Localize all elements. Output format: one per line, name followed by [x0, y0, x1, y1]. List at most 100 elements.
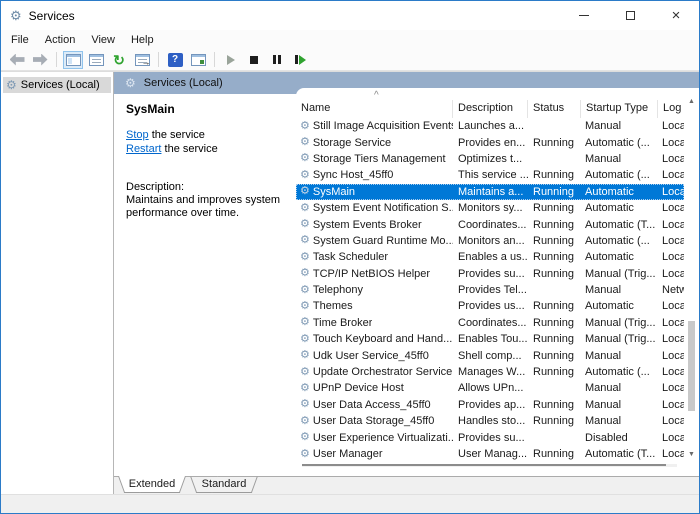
- service-name: Telephony: [313, 284, 363, 296]
- scrollbar-thumb[interactable]: [302, 464, 666, 466]
- table-row[interactable]: ⚙Storage ServiceProvides en...RunningAut…: [296, 134, 684, 150]
- service-name: Sync Host_45ff0: [313, 169, 394, 181]
- toolbar-separator: [214, 52, 215, 67]
- window-title: Services: [29, 9, 75, 23]
- stop-service-button[interactable]: [244, 51, 264, 69]
- scrollbar-thumb[interactable]: [688, 321, 695, 411]
- pause-service-button[interactable]: [267, 51, 287, 69]
- scroll-up-icon[interactable]: ▲: [688, 98, 695, 105]
- show-console-window-button[interactable]: [63, 51, 83, 69]
- back-button[interactable]: [7, 51, 27, 69]
- service-table-body: ⚙Still Image Acquisition EventsLaunches …: [296, 118, 699, 462]
- stop-service-line: Stop the service: [126, 128, 296, 142]
- table-row[interactable]: ⚙Sync Host_45ff0This service ...RunningA…: [296, 167, 684, 183]
- menu-help[interactable]: Help: [123, 32, 162, 48]
- service-name: SysMain: [313, 186, 355, 198]
- table-row[interactable]: ⚙User Data Access_45ff0Provides ap...Run…: [296, 397, 684, 413]
- stop-service-link[interactable]: Stop: [126, 129, 149, 141]
- table-row[interactable]: ⚙TCP/IP NetBIOS HelperProvides su...Runn…: [296, 266, 684, 282]
- horizontal-scrollbar[interactable]: [302, 464, 677, 467]
- properties-button[interactable]: [86, 51, 106, 69]
- tab-label: Extended: [129, 478, 175, 490]
- table-row[interactable]: ⚙Still Image Acquisition EventsLaunches …: [296, 118, 684, 134]
- export-list-icon: →: [135, 54, 150, 66]
- export-list-button[interactable]: →: [132, 51, 152, 69]
- gear-icon: ⚙: [300, 219, 310, 230]
- column-header-startup-type[interactable]: Startup Type: [581, 100, 658, 118]
- service-detail-panel: SysMain Stop the service Restart the ser…: [114, 94, 296, 476]
- gear-icon: ⚙: [300, 350, 310, 361]
- menu-file[interactable]: File: [3, 32, 37, 48]
- table-row[interactable]: ⚙System Guard Runtime Mo...Monitors an..…: [296, 233, 684, 249]
- tree-item-label: Services (Local): [21, 79, 100, 91]
- table-row[interactable]: ⚙System Events BrokerCoordinates...Runni…: [296, 216, 684, 232]
- service-name: System Event Notification S...: [313, 202, 453, 214]
- restart-icon: [295, 55, 306, 65]
- gear-icon: ⚙: [300, 170, 310, 181]
- console-tree-panel: ⚙ Services (Local): [1, 72, 114, 494]
- toolbar-separator: [158, 52, 159, 67]
- menu-action[interactable]: Action: [37, 32, 84, 48]
- table-row[interactable]: ⚙Time BrokerCoordinates...RunningManual …: [296, 315, 684, 331]
- show-hide-console-tree-button[interactable]: [188, 51, 208, 69]
- gear-icon: ⚙: [300, 137, 310, 148]
- table-header: ^ Name Description Status Startup Type L…: [296, 88, 699, 118]
- toolbar: ↻ → ?: [1, 49, 699, 71]
- tab-standard[interactable]: Standard: [188, 476, 260, 494]
- service-list-panel: ^ Name Description Status Startup Type L…: [296, 88, 699, 476]
- table-row[interactable]: ⚙SysMainMaintains a...RunningAutomaticLo…: [296, 184, 684, 200]
- column-header-description[interactable]: Description: [453, 100, 528, 118]
- table-row[interactable]: ⚙System Event Notification S...Monitors …: [296, 200, 684, 216]
- gear-icon: ⚙: [300, 432, 310, 443]
- gear-icon: ⚙: [300, 367, 310, 378]
- description-label: Description:: [126, 181, 296, 193]
- restart-service-button[interactable]: [290, 51, 310, 69]
- gear-icon: ⚙: [300, 285, 310, 296]
- properties-icon: [89, 54, 104, 66]
- selected-service-name: SysMain: [126, 102, 296, 116]
- vertical-scrollbar[interactable]: ▲ ▼: [684, 98, 699, 458]
- gear-icon: ⚙: [300, 235, 310, 246]
- console-tree-icon: [191, 54, 206, 66]
- table-row[interactable]: ⚙Update Orchestrator ServiceManages W...…: [296, 364, 684, 380]
- table-row[interactable]: ⚙User Data Storage_45ff0Handles sto...Ru…: [296, 413, 684, 429]
- maximize-icon: [626, 11, 635, 20]
- service-name: System Events Broker: [313, 219, 422, 231]
- service-name: TCP/IP NetBIOS Helper: [313, 268, 430, 280]
- table-row[interactable]: ⚙TelephonyProvides Tel...ManualNetw: [296, 282, 684, 298]
- restart-service-link[interactable]: Restart: [126, 143, 161, 155]
- table-row[interactable]: ⚙ThemesProvides us...RunningAutomaticLoc…: [296, 298, 684, 314]
- close-button[interactable]: ×: [653, 1, 699, 30]
- column-header-name[interactable]: Name: [296, 100, 453, 118]
- scroll-down-icon[interactable]: ▼: [688, 451, 695, 458]
- table-row[interactable]: ⚙Touch Keyboard and Hand...Enables Tou..…: [296, 331, 684, 347]
- gear-icon: ⚙: [300, 334, 310, 345]
- minimize-icon: [579, 15, 589, 16]
- table-row[interactable]: ⚙Storage Tiers ManagementOptimizes t...M…: [296, 151, 684, 167]
- tree-item-services-local[interactable]: ⚙ Services (Local): [3, 77, 111, 93]
- description-text: Maintains and improves system performanc…: [126, 194, 284, 220]
- refresh-button[interactable]: ↻: [109, 51, 129, 69]
- column-header-log-on-as[interactable]: Log: [658, 100, 684, 118]
- pause-icon: [273, 55, 281, 64]
- help-button[interactable]: ?: [165, 51, 185, 69]
- tab-extended[interactable]: Extended: [116, 476, 188, 494]
- service-name: Time Broker: [313, 317, 373, 329]
- start-service-button[interactable]: [221, 51, 241, 69]
- service-name: User Manager: [313, 448, 383, 460]
- restart-service-line: Restart the service: [126, 142, 296, 156]
- gear-icon: ⚙: [6, 79, 17, 91]
- table-row[interactable]: ⚙User ManagerUser Manag...RunningAutomat…: [296, 446, 684, 462]
- main-area: ⚙ Services (Local) ⚙ Services (Local) Sy…: [1, 71, 699, 494]
- menu-view[interactable]: View: [83, 32, 123, 48]
- table-row[interactable]: ⚙Task SchedulerEnables a us...RunningAut…: [296, 249, 684, 265]
- service-name: User Data Access_45ff0: [313, 399, 431, 411]
- table-row[interactable]: ⚙User Experience Virtualizati...Provides…: [296, 429, 684, 445]
- table-row[interactable]: ⚙UPnP Device HostAllows UPn...ManualLoca: [296, 380, 684, 396]
- table-row[interactable]: ⚙Udk User Service_45ff0Shell comp...Runn…: [296, 347, 684, 363]
- column-header-status[interactable]: Status: [528, 100, 581, 118]
- gear-icon: ⚙: [300, 268, 310, 279]
- minimize-button[interactable]: [561, 1, 607, 30]
- maximize-button[interactable]: [607, 1, 653, 30]
- forward-button[interactable]: [30, 51, 50, 69]
